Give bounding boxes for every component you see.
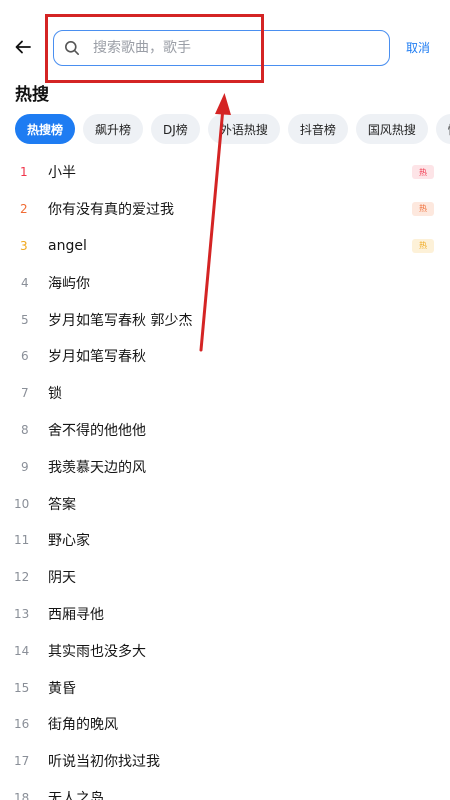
list-item[interactable]: 9 我羡慕天边的风 [0, 448, 450, 485]
hot-badge: 热 [412, 201, 434, 216]
rank-number: 12 [14, 570, 30, 585]
list-item[interactable]: 11 野心家 [0, 522, 450, 559]
list-item[interactable]: 15 黄昏 [0, 669, 450, 706]
section-title: 热搜 [15, 85, 49, 105]
song-title: 锁 [48, 386, 62, 403]
list-item[interactable]: 2 你有没有真的爱过我 热 [0, 191, 450, 228]
song-title: 西厢寻他 [48, 606, 104, 623]
rank-number: 2 [20, 202, 28, 217]
list-item[interactable]: 6 岁月如笔写春秋 [0, 338, 450, 375]
song-title: 无人之岛 [48, 790, 104, 800]
rank-number: 8 [21, 422, 29, 437]
list-item[interactable]: 17 听说当初你找过我 [0, 743, 450, 780]
list-item[interactable]: 4 海屿你 [0, 264, 450, 301]
list-item[interactable]: 5 岁月如笔写春秋 郭少杰 [0, 301, 450, 338]
list-item[interactable]: 18 无人之岛 [0, 780, 450, 800]
song-title: 听说当初你找过我 [48, 754, 160, 771]
hot-badge: 热 [412, 238, 434, 253]
rank-number: 16 [14, 717, 30, 732]
rank-number: 13 [14, 606, 30, 621]
rank-number: 18 [14, 790, 30, 800]
list-item[interactable]: 3 angel 热 [0, 228, 450, 265]
song-title: 野心家 [48, 533, 90, 550]
song-title: 其实雨也没多大 [48, 643, 146, 660]
list-item[interactable]: 10 答案 [0, 485, 450, 522]
search-icon [63, 39, 81, 57]
list-item[interactable]: 16 街角的晚风 [0, 706, 450, 743]
rank-number: 9 [21, 459, 29, 474]
list-item[interactable]: 8 舍不得的他他他 [0, 412, 450, 449]
tab-6[interactable]: 情 [435, 114, 450, 144]
song-title: 街角的晚风 [48, 717, 118, 734]
arrow-left-icon [15, 40, 31, 54]
back-button[interactable] [10, 34, 36, 60]
rank-number: 7 [21, 386, 29, 401]
rank-number: 5 [21, 312, 29, 327]
tab-0[interactable]: 热搜榜 [15, 114, 76, 144]
rank-number: 6 [21, 349, 29, 364]
search-input[interactable] [93, 33, 353, 63]
song-title: 小半 [48, 165, 76, 182]
song-title: 阴天 [48, 570, 76, 587]
cancel-button[interactable]: 取消 [406, 39, 430, 56]
rank-number: 14 [14, 643, 30, 658]
tab-1[interactable]: 飙升榜 [83, 114, 144, 144]
search-screen: 取消 热搜 热搜榜飙升榜DJ榜外语热搜抖音榜国风热搜情 1小半热2你有没有真的爱… [0, 0, 450, 800]
list-item[interactable]: 12 阴天 [0, 559, 450, 596]
rank-number: 1 [20, 165, 28, 180]
list-item[interactable]: 14 其实雨也没多大 [0, 632, 450, 669]
rank-number: 10 [14, 496, 30, 511]
tab-2[interactable]: DJ榜 [151, 114, 200, 144]
top-bar: 取消 [0, 28, 450, 68]
song-title: 岁月如笔写春秋 [48, 349, 146, 366]
song-title: 舍不得的他他他 [48, 422, 146, 439]
tab-4[interactable]: 抖音榜 [287, 114, 348, 144]
chart-tabs: 热搜榜飙升榜DJ榜外语热搜抖音榜国风热搜情 [15, 114, 450, 144]
song-title: 黄昏 [48, 680, 76, 697]
tab-5[interactable]: 国风热搜 [355, 114, 428, 144]
song-title: 岁月如笔写春秋 郭少杰 [48, 312, 193, 329]
list-item[interactable]: 7锁 [0, 375, 450, 412]
song-title: angel [48, 237, 87, 254]
rank-number: 15 [14, 680, 30, 695]
rank-number: 4 [21, 275, 29, 290]
hot-badge: 热 [412, 165, 434, 179]
song-title: 答案 [48, 496, 76, 513]
tab-3[interactable]: 外语热搜 [207, 114, 280, 144]
song-title: 我羡慕天边的风 [48, 459, 146, 476]
list-item[interactable]: 1 小半 热 [0, 154, 450, 191]
song-title: 海屿你 [48, 275, 90, 292]
rank-number: 11 [14, 533, 30, 548]
list-item[interactable]: 13 西厢寻他 [0, 596, 450, 633]
rank-number: 3 [20, 238, 28, 253]
song-title: 你有没有真的爱过我 [48, 202, 174, 219]
hot-search-list: 1 小半热 2 你有没有真的爱过我热 3 angel 热 4 海屿你 5 岁月如笔写春秋 郭少杰 6 岁… [0, 154, 450, 800]
rank-number: 17 [14, 754, 30, 769]
search-box[interactable] [53, 30, 390, 66]
